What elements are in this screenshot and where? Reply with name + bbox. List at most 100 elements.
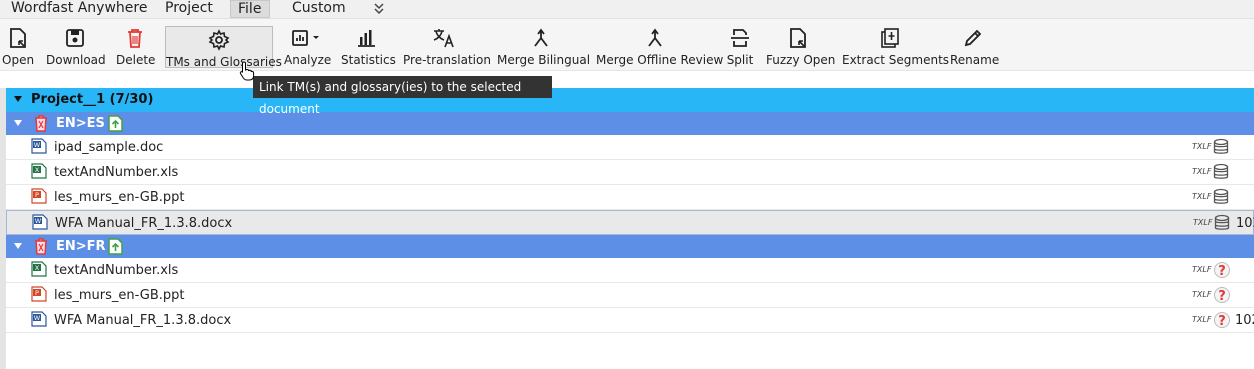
split-label: Split: [726, 53, 754, 67]
question-icon[interactable]: ?: [1213, 311, 1231, 333]
fuzzy-open-label: Fuzzy Open: [766, 53, 836, 67]
svg-text:?: ?: [1218, 264, 1226, 279]
delete-pair-icon[interactable]: [34, 115, 48, 136]
menu-item-custom[interactable]: Custom: [285, 0, 353, 18]
segment-count: 102: [1236, 216, 1254, 231]
menu-item-project[interactable]: Project: [158, 0, 220, 18]
file-name: les_murs_en-GB.ppt: [54, 288, 185, 303]
rename-button[interactable]: Rename: [950, 25, 999, 69]
download-label: Download: [46, 53, 106, 67]
collapse-triangle-icon[interactable]: [14, 120, 22, 126]
collapse-triangle-icon[interactable]: [14, 96, 22, 102]
statistics-button[interactable]: Statistics: [341, 25, 396, 69]
svg-text:X: X: [35, 166, 40, 174]
svg-text:?: ?: [1218, 289, 1226, 304]
word-file-icon: W: [32, 214, 48, 234]
file-row[interactable]: P les_murs_en-GB.ppt TXLF ?: [6, 283, 1254, 308]
project-title: Project__1 (7/30): [31, 92, 154, 107]
pre-translation-label: Pre-translation: [403, 53, 491, 67]
open-button[interactable]: Open: [2, 25, 34, 69]
menu-bar: Wordfast Anywhere Project File Custom: [0, 0, 1254, 19]
trash-icon: [116, 27, 154, 53]
delete-label: Delete: [116, 53, 156, 67]
download-button[interactable]: Download: [46, 25, 106, 69]
extract-segments-icon: [842, 27, 938, 53]
word-file-icon: W: [31, 138, 47, 158]
pre-translation-button[interactable]: Pre-translation: [403, 25, 491, 69]
pencil-icon: [950, 27, 996, 53]
language-pair-title: EN>FR: [56, 239, 106, 254]
file-format: TXLF: [1193, 218, 1213, 227]
open-label: Open: [2, 53, 35, 67]
file-format: TXLF: [1192, 290, 1212, 299]
extract-segments-button[interactable]: Extract Segments: [842, 25, 949, 69]
hand-cursor-icon: [239, 61, 255, 85]
merge-icon: [497, 27, 584, 53]
merge-icon: [596, 27, 714, 53]
language-pair-title: EN>ES: [56, 116, 105, 131]
file-row[interactable]: X textAndNumber.xls TXLF ?: [6, 258, 1254, 283]
database-icon[interactable]: [1213, 188, 1229, 210]
delete-button[interactable]: Delete: [116, 25, 156, 69]
svg-text:W: W: [35, 217, 42, 225]
file-format: TXLF: [1192, 192, 1212, 201]
file-row[interactable]: X textAndNumber.xls TXLF: [6, 160, 1254, 185]
question-icon[interactable]: ?: [1213, 286, 1231, 308]
tms-and-glossaries-label: TMs and Glossaries: [166, 55, 282, 69]
file-name: WFA Manual_FR_1.3.8.docx: [55, 216, 233, 231]
file-row[interactable]: W ipad_sample.doc TXLF: [6, 135, 1254, 160]
menu-item-file[interactable]: File: [230, 0, 270, 18]
toolbar: Open Download Delete TMs and Glossaries …: [0, 19, 1254, 71]
powerpoint-file-icon: P: [31, 286, 47, 306]
merge-bilingual-button[interactable]: Merge Bilingual: [497, 25, 591, 69]
delete-pair-icon[interactable]: [34, 238, 48, 259]
floppy-disk-icon: [46, 27, 104, 53]
excel-file-icon: X: [31, 163, 47, 183]
merge-offline-review-button[interactable]: Merge Offline Review: [596, 25, 723, 69]
tooltip: Link TM(s) and glossary(ies) to the sele…: [253, 76, 552, 116]
collapse-triangle-icon[interactable]: [14, 243, 22, 249]
word-file-icon: W: [31, 311, 47, 331]
bar-chart-icon: [341, 27, 391, 53]
language-pair-header[interactable]: EN>ES: [6, 112, 1254, 135]
tms-and-glossaries-button[interactable]: TMs and Glossaries: [165, 26, 282, 69]
gear-icon: [166, 29, 272, 55]
file-row[interactable]: W WFA Manual_FR_1.3.8.docx TXLF ? 102: [6, 308, 1254, 333]
language-pair-header[interactable]: EN>FR: [6, 235, 1254, 258]
project-header[interactable]: Project__1 (7/30): [6, 88, 1254, 112]
translate-icon: [403, 27, 485, 53]
file-row[interactable]: P les_murs_en-GB.ppt TXLF: [6, 185, 1254, 210]
svg-text:P: P: [35, 289, 39, 297]
file-format: TXLF: [1192, 142, 1212, 151]
analyze-label: Analyze: [284, 53, 332, 67]
double-chevron-down-icon[interactable]: [366, 1, 392, 19]
project-tree: Project__1 (7/30) EN>ES W ipad_sample.do…: [6, 88, 1254, 333]
analyze-button[interactable]: Analyze: [284, 25, 332, 69]
file-format: TXLF: [1192, 315, 1212, 324]
database-icon[interactable]: [1213, 138, 1229, 160]
upload-file-icon[interactable]: [108, 238, 123, 259]
database-icon[interactable]: [1214, 214, 1230, 236]
svg-text:?: ?: [1218, 314, 1226, 329]
upload-file-icon[interactable]: [108, 115, 123, 136]
svg-text:X: X: [35, 264, 40, 272]
menu-item-wordfast-anywhere[interactable]: Wordfast Anywhere: [4, 0, 154, 18]
file-row-selected[interactable]: W WFA Manual_FR_1.3.8.docx TXLF 102: [6, 210, 1254, 235]
split-button[interactable]: Split: [725, 25, 755, 69]
analyze-chart-icon: [284, 27, 330, 53]
statistics-label: Statistics: [341, 53, 396, 67]
file-format: TXLF: [1192, 167, 1212, 176]
svg-text:W: W: [34, 141, 41, 149]
file-name: les_murs_en-GB.ppt: [54, 190, 185, 205]
segment-count: 102: [1235, 313, 1254, 328]
question-icon[interactable]: ?: [1213, 261, 1231, 283]
excel-file-icon: X: [31, 261, 47, 281]
file-name: textAndNumber.xls: [54, 165, 179, 180]
svg-text:P: P: [35, 191, 39, 199]
merge-bilingual-label: Merge Bilingual: [497, 53, 591, 67]
fuzzy-open-button[interactable]: Fuzzy Open: [766, 25, 836, 69]
file-name: ipad_sample.doc: [54, 140, 164, 155]
file-name: WFA Manual_FR_1.3.8.docx: [54, 313, 232, 328]
database-icon[interactable]: [1213, 163, 1229, 185]
svg-text:W: W: [34, 314, 41, 322]
